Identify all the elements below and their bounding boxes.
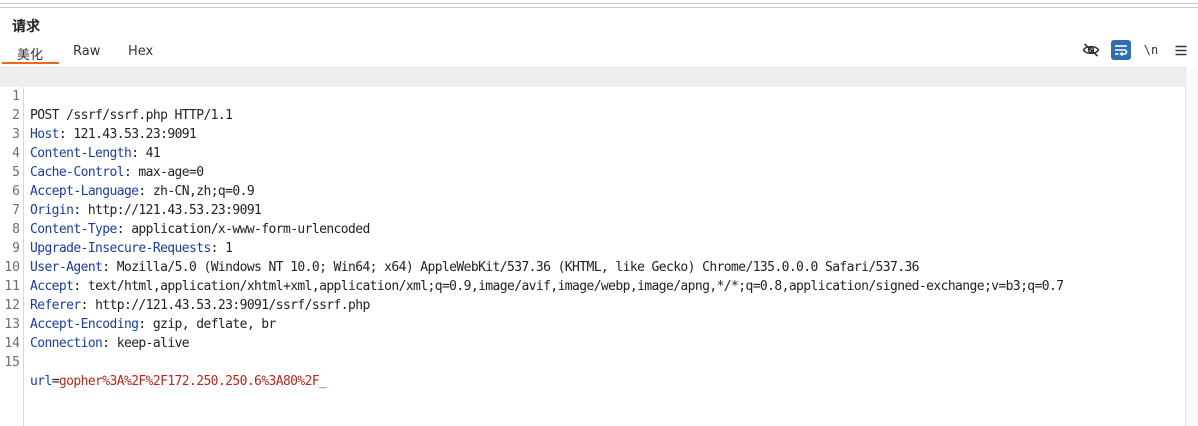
tab-hex[interactable]: Hex	[128, 44, 153, 59]
code-line: 10 Accept: text/html,application/xhtml+x…	[0, 239, 1185, 294]
code-line: 14	[0, 315, 1185, 351]
tab-pretty[interactable]: 美化	[17, 44, 43, 63]
view-tabs: 美化 Raw Hex	[0, 40, 1198, 64]
editor-toolbar: \n	[1058, 40, 1198, 62]
active-tab-indicator	[2, 62, 59, 64]
code-line: 8 Upgrade-Insecure-Requests: 1	[0, 201, 1185, 256]
hide-nonprintable-button[interactable]	[1081, 40, 1101, 60]
word-wrap-icon	[1115, 45, 1128, 56]
request-editor[interactable]: 1 POST /ssrf/ssrf.php HTTP/1.1 2 Host: 1…	[0, 67, 1185, 426]
panel-title: 请求	[12, 19, 40, 35]
vertical-scrollbar[interactable]	[1185, 67, 1198, 426]
top-divider	[0, 3, 1198, 8]
code-line: 7 Content-Type: application/x-www-form-u…	[0, 182, 1185, 237]
code-line: 15 url=gopher%3A%2F%2F172.250.250.6%3A80…	[0, 334, 1185, 389]
body-param-name: url	[30, 374, 52, 389]
code-line: 13 Connection: keep-alive	[0, 296, 1185, 351]
line-number: 15	[4, 355, 20, 370]
body-param-value: gopher%3A%2F%2F172.250.250.6%3A80%2F_	[58, 374, 327, 389]
word-wrap-button[interactable]	[1111, 40, 1131, 60]
show-newlines-button[interactable]: \n	[1141, 40, 1161, 60]
code-line: 3 Content-Length: 41	[0, 106, 1185, 161]
tab-raw[interactable]: Raw	[73, 44, 100, 59]
code-line: 12 Accept-Encoding: gzip, deflate, br	[0, 277, 1185, 332]
code-line: 9 User-Agent: Mozilla/5.0 (Windows NT 10…	[0, 220, 1185, 275]
code-line: 1 POST /ssrf/ssrf.php HTTP/1.1	[0, 68, 1185, 123]
code-line: 6 Origin: http://121.43.53.23:9091	[0, 163, 1185, 218]
code-line: 5 Accept-Language: zh-CN,zh;q=0.9	[0, 144, 1185, 199]
code-line: 2 Host: 121.43.53.23:9091	[0, 87, 1185, 142]
hamburger-menu-icon	[1175, 45, 1187, 55]
options-menu-button[interactable]	[1171, 40, 1191, 60]
code-line: 11 Referer: http://121.43.53.23:9091/ssr…	[0, 258, 1185, 313]
eye-slash-icon	[1082, 43, 1100, 57]
code-line: 4 Cache-Control: max-age=0	[0, 125, 1185, 180]
